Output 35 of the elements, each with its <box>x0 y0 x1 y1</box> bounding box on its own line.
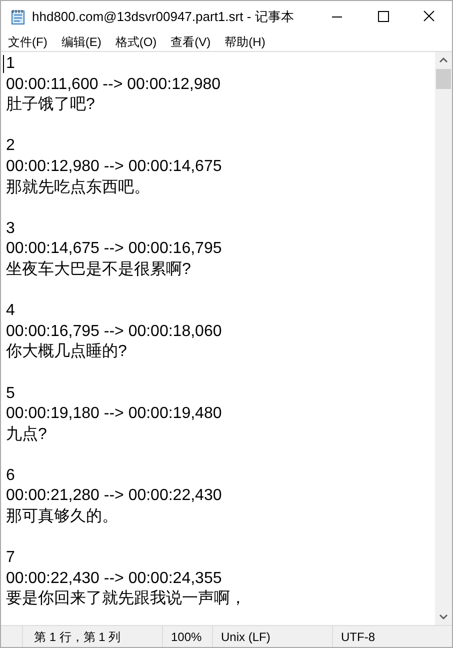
subtitle-number: 6 <box>6 466 15 484</box>
subtitle-text: 坐夜车大巴是不是很累啊? <box>6 260 191 278</box>
subtitle-number: 7 <box>6 549 15 566</box>
subtitle-timecode: 00:00:22,430 --> 00:00:24,355 <box>6 570 222 587</box>
menu-item[interactable]: 帮助(H) <box>224 32 266 50</box>
subtitle-text: 九点? <box>6 426 47 443</box>
subtitle-number: 5 <box>6 384 15 402</box>
zoom-level: 100% <box>171 628 202 646</box>
scrollbar[interactable] <box>435 52 452 625</box>
window-title: hhd800.com@13dsvr00947.part1.srt - 记事本 <box>32 8 294 26</box>
subtitle-number: 1 <box>6 55 15 72</box>
line-ending: Unix (LF) <box>221 628 270 646</box>
subtitle-text: 那就先吃点东西吧。 <box>6 178 150 196</box>
subtitle-number: 4 <box>6 302 15 320</box>
text-cursor <box>3 55 4 73</box>
subtitle-timecode: 00:00:14,675 --> 00:00:16,795 <box>6 240 222 258</box>
subtitle-number: 2 <box>6 137 15 154</box>
subtitle-timecode: 00:00:11,600 --> 00:00:12,980 <box>6 76 221 93</box>
cursor-position: 第 1 行，第 1 列 <box>34 628 121 646</box>
menu-item[interactable]: 查看(V) <box>170 32 211 50</box>
subtitle-timecode: 00:00:12,980 --> 00:00:14,675 <box>6 158 222 175</box>
subtitle-timecode: 00:00:16,795 --> 00:00:18,060 <box>6 322 222 340</box>
subtitle-text: 你大概几点睡的? <box>6 343 127 360</box>
menu-item[interactable]: 编辑(E) <box>61 32 102 50</box>
menu-item[interactable]: 文件(F) <box>8 32 48 50</box>
subtitle-text: 那可真够久的。 <box>6 508 118 526</box>
subtitle-number: 3 <box>6 220 15 237</box>
menu-item[interactable]: 格式(O) <box>115 32 157 50</box>
scroll-thumb[interactable] <box>436 69 451 89</box>
subtitle-timecode: 00:00:21,280 --> 00:00:22,430 <box>6 487 222 504</box>
encoding: UTF-8 <box>341 628 375 646</box>
notepad-icon <box>10 8 26 24</box>
subtitle-text: 肚子饿了吧? <box>6 96 95 114</box>
subtitle-text: 要是你回来了就先跟我说一声啊， <box>6 590 246 608</box>
subtitle-timecode: 00:00:19,180 --> 00:00:19,480 <box>6 405 222 422</box>
